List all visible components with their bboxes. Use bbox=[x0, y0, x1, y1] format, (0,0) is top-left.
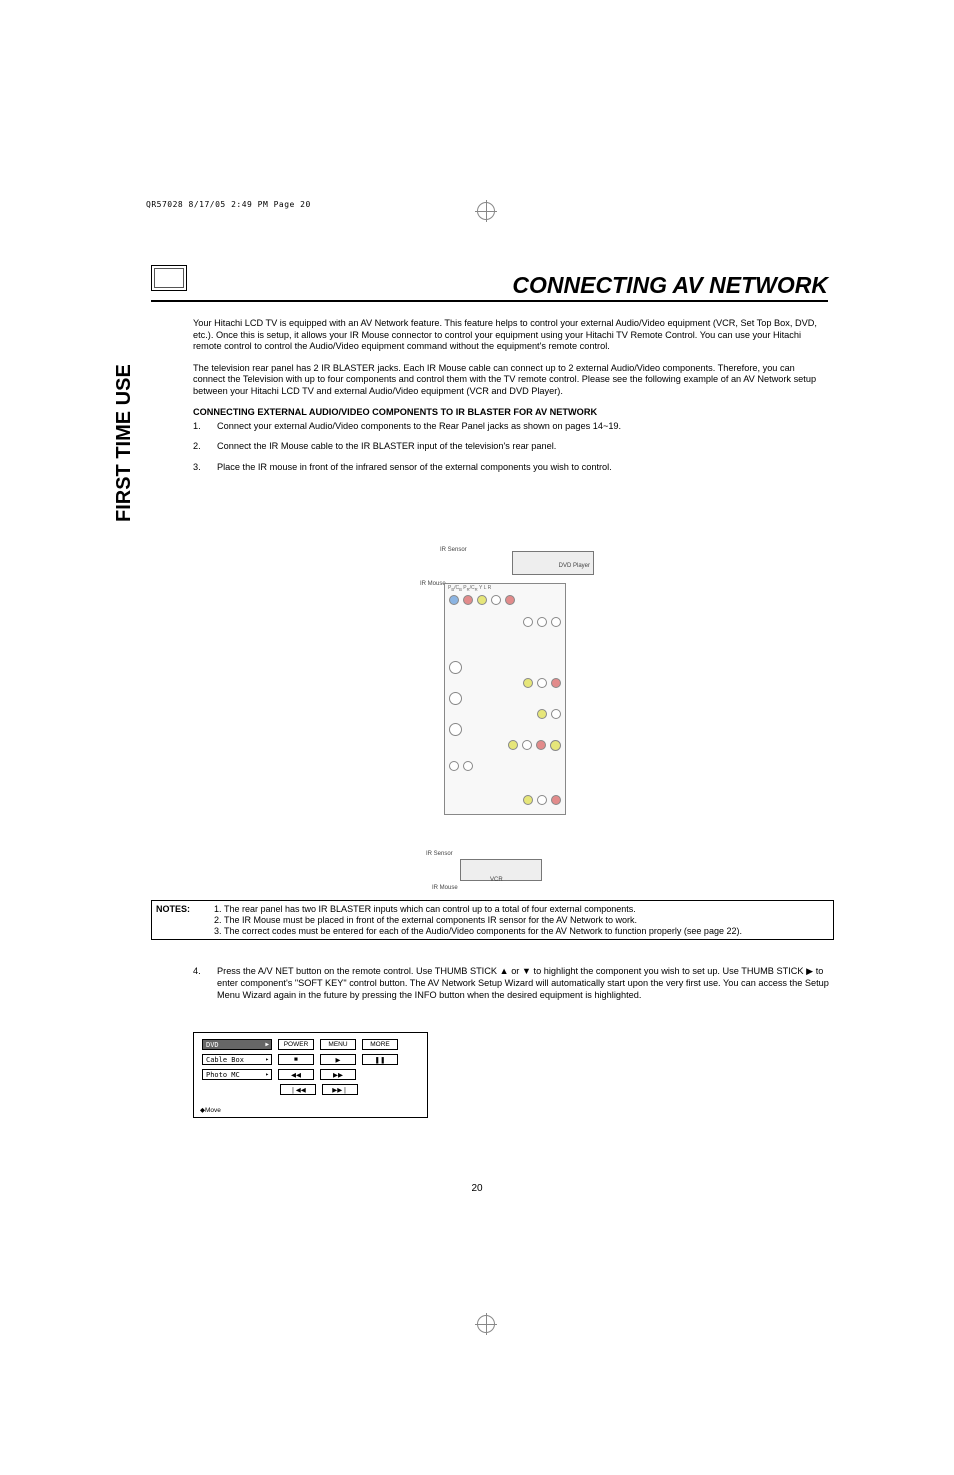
step-item: 2.Connect the IR Mouse cable to the IR B… bbox=[193, 441, 829, 453]
component-item-photo[interactable]: Photo MC▸ bbox=[202, 1069, 272, 1080]
ir-sensor-label-top: IR Sensor bbox=[440, 547, 467, 553]
softkey-menu[interactable]: MENU bbox=[320, 1039, 356, 1050]
rear-panel-icon: PB/CB PR/CR Y L R bbox=[444, 583, 566, 815]
title-rule bbox=[151, 300, 828, 302]
page-title: CONNECTING AV NETWORK bbox=[512, 272, 828, 299]
component-item-cable[interactable]: Cable Box▸ bbox=[202, 1054, 272, 1065]
softkey-play-icon[interactable]: ▶ bbox=[320, 1054, 356, 1065]
ui-row: Photo MC▸ ◀◀ ▶▶ bbox=[202, 1069, 419, 1080]
step-4-text: Press the A/V NET button on the remote c… bbox=[217, 966, 829, 1002]
step-item: 3.Place the IR mouse in front of the inf… bbox=[193, 462, 829, 474]
ir-mouse-label-bottom: IR Mouse bbox=[432, 885, 458, 891]
manual-page: QR57028 8/17/05 2:49 PM Page 20 CONNECTI… bbox=[0, 0, 954, 1475]
notes-list: The rear panel has two IR BLASTER inputs… bbox=[210, 904, 742, 936]
softkey-skip-forward-icon[interactable]: ▶▶❘ bbox=[322, 1084, 358, 1095]
body-column: Your Hitachi LCD TV is equipped with an … bbox=[193, 318, 829, 482]
steps-list: 1.Connect your external Audio/Video comp… bbox=[193, 421, 829, 474]
connection-diagram: IR Sensor DVD Player IR Mouse PB/CB PR/C… bbox=[390, 545, 620, 885]
vcr-label: VCR bbox=[490, 877, 503, 883]
page-number: 20 bbox=[471, 1183, 482, 1194]
intro-paragraph-1: Your Hitachi LCD TV is equipped with an … bbox=[193, 318, 829, 353]
softkey-rewind-icon[interactable]: ◀◀ bbox=[278, 1069, 314, 1080]
softkey-pause-icon[interactable]: ❚❚ bbox=[362, 1054, 398, 1065]
softkey-stop-icon[interactable]: ■ bbox=[278, 1054, 314, 1065]
notes-box: NOTES: The rear panel has two IR BLASTER… bbox=[151, 900, 834, 940]
softkey-skip-back-icon[interactable]: ❘◀◀ bbox=[280, 1084, 316, 1095]
component-item-dvd[interactable]: DVD▶ bbox=[202, 1039, 272, 1050]
notes-heading: NOTES: bbox=[156, 904, 210, 936]
softkey-fastforward-icon[interactable]: ▶▶ bbox=[320, 1069, 356, 1080]
note-item: The IR Mouse must be placed in front of … bbox=[224, 915, 742, 926]
ui-row: Cable Box▸ ■ ▶ ❚❚ bbox=[202, 1054, 419, 1065]
section-side-label: FIRST TIME USE bbox=[113, 364, 136, 522]
softkey-power[interactable]: POWER bbox=[278, 1039, 314, 1050]
print-header: QR57028 8/17/05 2:49 PM Page 20 bbox=[146, 200, 311, 209]
note-item: The correct codes must be entered for ea… bbox=[224, 926, 742, 937]
move-hint: ◆Move bbox=[200, 1106, 221, 1114]
softkey-ui-panel: DVD▶ POWER MENU MORE Cable Box▸ ■ ▶ ❚❚ P… bbox=[193, 1032, 428, 1118]
intro-paragraph-2: The television rear panel has 2 IR BLAST… bbox=[193, 363, 829, 398]
softkey-more[interactable]: MORE bbox=[362, 1039, 398, 1050]
ui-row: ❘◀◀ ▶▶❘ bbox=[202, 1084, 419, 1095]
sub-heading: CONNECTING EXTERNAL AUDIO/VIDEO COMPONEN… bbox=[193, 407, 829, 419]
ir-sensor-label-bottom: IR Sensor bbox=[426, 851, 453, 857]
step-item: 1.Connect your external Audio/Video comp… bbox=[193, 421, 829, 433]
dvd-player-label: DVD Player bbox=[559, 563, 590, 569]
note-item: The rear panel has two IR BLASTER inputs… bbox=[224, 904, 742, 915]
ui-row: DVD▶ POWER MENU MORE bbox=[202, 1039, 419, 1050]
step-4: 4. Press the A/V NET button on the remot… bbox=[193, 966, 829, 1002]
logo-icon bbox=[151, 265, 187, 291]
ir-mouse-label-top: IR Mouse bbox=[420, 581, 446, 587]
